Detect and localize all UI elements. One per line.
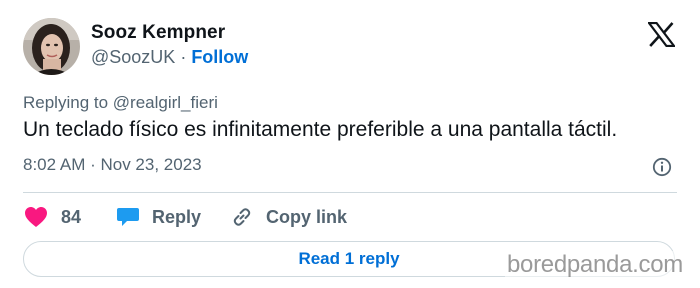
like-count: 84 [61,206,82,227]
tweet-timestamp[interactable]: 8:02 AM · Nov 23, 2023 [23,155,202,175]
copy-link-button[interactable]: Copy link [230,204,347,230]
watermark: boredpanda.com [505,251,685,279]
author-display-name[interactable]: Sooz Kempner [91,22,225,44]
replying-to: Replying to @realgirl_fieri [23,93,218,113]
tweet-text: Un teclado físico es infinitamente prefe… [23,118,618,141]
divider [23,192,677,193]
author-handle[interactable]: @SoozUK [91,47,175,67]
replying-prefix: Replying to [23,93,113,112]
author-handle-line: @SoozUK · Follow [91,47,248,68]
reply-label: Reply [152,206,202,227]
follow-button[interactable]: Follow [191,47,248,67]
heart-icon [25,207,47,227]
reply-bubble-icon [117,208,139,226]
replying-to-mention[interactable]: @realgirl_fieri [113,93,218,112]
copy-link-label: Copy link [266,206,348,227]
handle-separator: · [175,47,192,67]
link-icon [233,208,251,226]
reply-button[interactable]: Reply [116,204,201,230]
x-logo-icon[interactable] [648,22,675,47]
avatar[interactable] [23,18,80,75]
read-replies-label: Read 1 reply [298,249,400,268]
like-button[interactable]: 84 [24,204,81,230]
avatar-photo [23,18,80,75]
info-icon[interactable] [652,157,672,177]
